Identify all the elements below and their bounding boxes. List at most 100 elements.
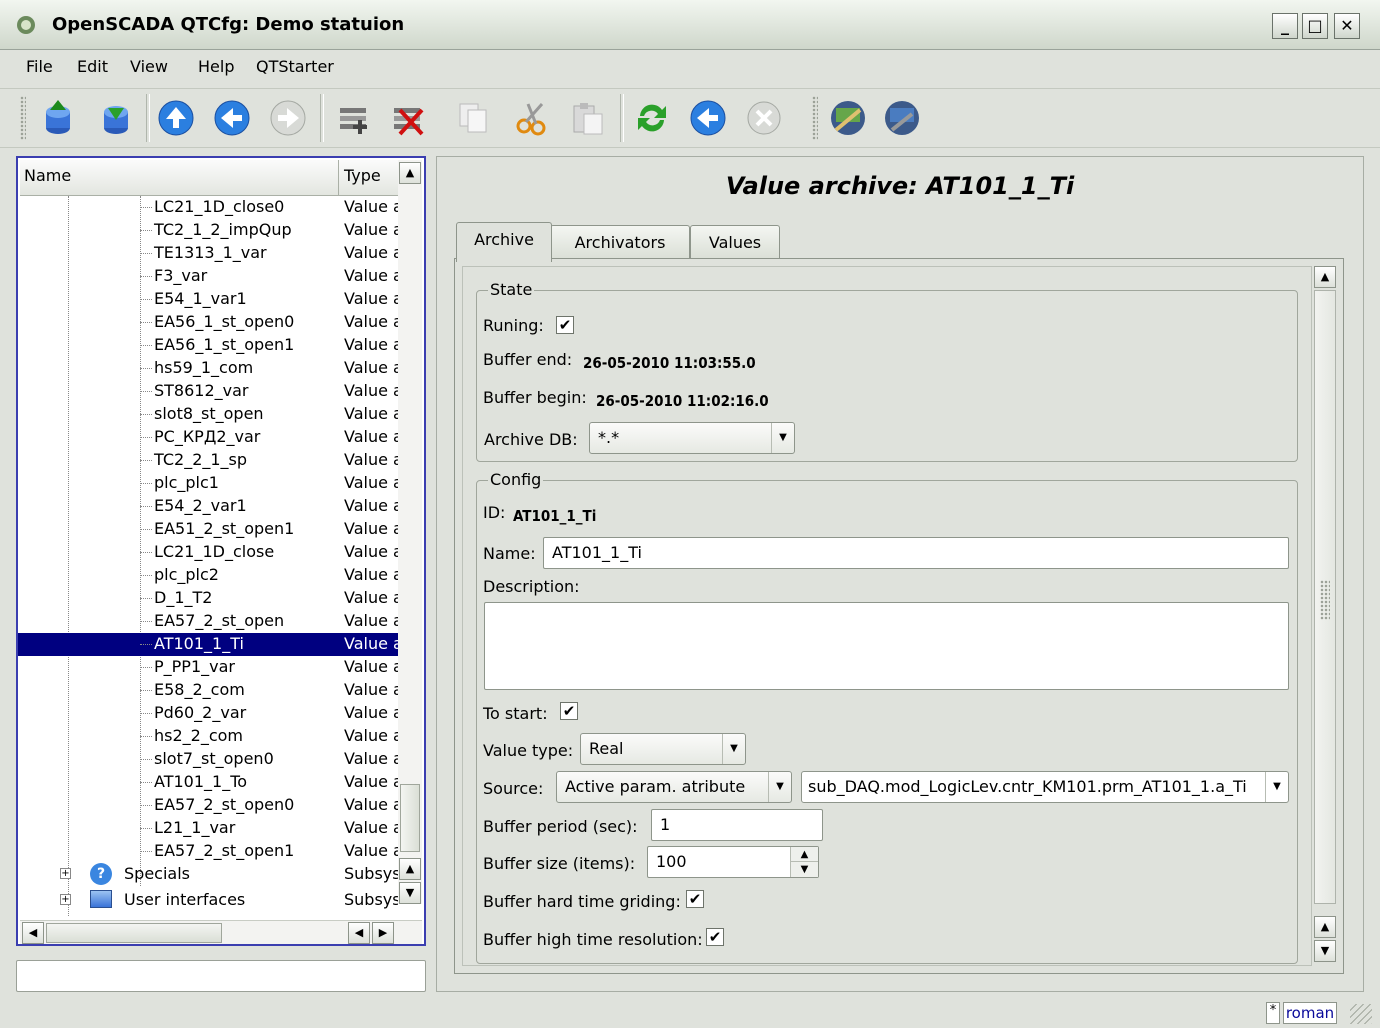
tree-row-name: Pd60_2_var — [154, 703, 247, 722]
tree-row[interactable]: E54_1_var1 Value archive — [18, 288, 398, 311]
to-start-checkbox[interactable]: ✔ — [560, 702, 578, 720]
maximize-button[interactable]: □ — [1302, 13, 1328, 39]
tree-row[interactable]: EA57_2_st_open0 Value archive — [18, 794, 398, 817]
scroll-up-button[interactable]: ▲ — [1314, 266, 1336, 288]
scroll-down-button[interactable]: ▼ — [1314, 940, 1336, 962]
db-save-icon[interactable] — [94, 96, 138, 140]
minimize-button[interactable]: _ — [1272, 13, 1298, 39]
tree-row[interactable]: EA56_1_st_open0 Value archive — [18, 311, 398, 334]
tab-archivators[interactable]: Archivators — [550, 225, 690, 259]
tree-row[interactable]: AT101_1_To Value archive — [18, 771, 398, 794]
scroll-left-button[interactable]: ◀ — [22, 922, 44, 944]
tree-row[interactable]: + User interfaces Subsystem — [18, 889, 398, 912]
up-icon[interactable] — [154, 96, 198, 140]
buffer-size-spinbox[interactable]: 100 ▲ ▼ — [647, 846, 819, 878]
cut-icon[interactable] — [510, 96, 554, 140]
refresh-icon[interactable] — [630, 96, 674, 140]
scroll-left-button[interactable]: ◀ — [348, 922, 370, 944]
spin-up-icon[interactable]: ▲ — [790, 847, 818, 862]
navigation-tree[interactable]: Name Type LC21_1D_close0Value archiveTC2… — [16, 156, 426, 946]
name-field[interactable]: AT101_1_Ti — [543, 537, 1289, 569]
app-starter-icon-1[interactable] — [826, 96, 870, 140]
tree-row[interactable]: LC21_1D_close0 Value archive — [18, 196, 398, 219]
user-badge[interactable]: roman — [1283, 1002, 1337, 1024]
tree-row[interactable]: D_1_T2 Value archive — [18, 587, 398, 610]
tree-row[interactable]: Pd60_2_var Value archive — [18, 702, 398, 725]
column-header-name[interactable]: Name — [24, 166, 71, 185]
tree-row[interactable]: E54_2_var1 Value archive — [18, 495, 398, 518]
hard-grid-checkbox[interactable]: ✔ — [686, 890, 704, 908]
tree-horizontal-scrollbar[interactable]: ◀ ◀ ▶ — [20, 920, 422, 944]
toolbar-grip[interactable] — [20, 96, 26, 140]
tree-row[interactable]: plc_plc1 Value archive — [18, 472, 398, 495]
add-item-icon[interactable] — [332, 96, 376, 140]
tree-row[interactable]: AT101_1_Ti Value archive — [18, 633, 398, 656]
back-icon[interactable] — [210, 96, 254, 140]
tree-row[interactable]: L21_1_var Value archive — [18, 817, 398, 840]
menu-edit[interactable]: Edit — [77, 57, 108, 76]
tree-row[interactable]: LC21_1D_close Value archive — [18, 541, 398, 564]
close-button[interactable]: ✕ — [1334, 13, 1360, 39]
tab-values[interactable]: Values — [690, 225, 780, 259]
status-line-input[interactable] — [16, 960, 426, 992]
description-textarea[interactable] — [484, 602, 1289, 690]
archive-db-select[interactable]: *.* ▼ — [589, 422, 795, 454]
scroll-up-button[interactable]: ▲ — [399, 858, 421, 880]
delete-item-icon[interactable] — [386, 96, 430, 140]
stop-icon[interactable] — [742, 96, 786, 140]
menu-help[interactable]: Help — [198, 57, 234, 76]
tree-row[interactable]: F3_var Value archive — [18, 265, 398, 288]
buffer-period-field[interactable]: 1 — [651, 809, 823, 841]
tree-row[interactable]: EA57_2_st_open Value archive — [18, 610, 398, 633]
spin-down-icon[interactable]: ▼ — [790, 862, 818, 877]
tree-row-name: E54_2_var1 — [154, 496, 247, 515]
scroll-up-button[interactable]: ▲ — [399, 162, 421, 184]
scroll-down-button[interactable]: ▼ — [399, 882, 421, 904]
buffer-size-value: 100 — [656, 852, 687, 871]
tree-row-type: Value archive — [344, 772, 398, 791]
menu-file[interactable]: File — [26, 57, 53, 76]
tree-row[interactable]: E58_2_com Value archive — [18, 679, 398, 702]
tree-row-name: LC21_1D_close — [154, 542, 275, 561]
tree-row[interactable]: EA56_1_st_open1 Value archive — [18, 334, 398, 357]
app-starter-icon-2[interactable] — [880, 96, 924, 140]
tree-row[interactable]: +? Specials Subsystem — [18, 863, 398, 886]
column-header-type[interactable]: Type — [344, 166, 381, 185]
tree-row[interactable]: plc_plc2 Value archive — [18, 564, 398, 587]
expand-icon[interactable]: + — [60, 868, 71, 879]
column-divider[interactable] — [338, 160, 339, 196]
tree-row[interactable]: slot8_st_open Value archive — [18, 403, 398, 426]
copy-icon[interactable] — [452, 96, 496, 140]
high-res-checkbox[interactable]: ✔ — [706, 928, 724, 946]
running-checkbox[interactable]: ✔ — [556, 316, 574, 334]
scroll-thumb[interactable] — [400, 784, 420, 852]
tree-row[interactable]: hs59_1_com Value archive — [18, 357, 398, 380]
source-path-select[interactable]: sub_DAQ.mod_LogicLev.cntr_KM101.prm_AT10… — [801, 771, 1289, 803]
tree-vertical-scrollbar[interactable]: ▲ ▲ ▼ — [398, 160, 422, 904]
db-load-icon[interactable] — [36, 96, 80, 140]
expand-icon[interactable]: + — [60, 894, 71, 905]
tree-row[interactable]: TE1313_1_var Value archive — [18, 242, 398, 265]
menu-qtstarter[interactable]: QTStarter — [256, 57, 334, 76]
tree-row[interactable]: hs2_2_com Value archive — [18, 725, 398, 748]
tree-row[interactable]: TC2_2_1_sp Value archive — [18, 449, 398, 472]
tree-row[interactable]: EA57_2_st_open1 Value archive — [18, 840, 398, 863]
scroll-up-button[interactable]: ▲ — [1314, 916, 1336, 938]
value-type-select[interactable]: Real ▼ — [580, 733, 746, 765]
source-kind-select[interactable]: Active param. atribute ▼ — [556, 771, 792, 803]
paste-icon[interactable] — [566, 96, 610, 140]
tree-row[interactable]: EA51_2_st_open1 Value archive — [18, 518, 398, 541]
tree-row[interactable]: slot7_st_open0 Value archive — [18, 748, 398, 771]
resize-grip[interactable] — [1350, 1004, 1372, 1024]
tree-row[interactable]: ST8612_var Value archive — [18, 380, 398, 403]
forward-icon[interactable] — [266, 96, 310, 140]
tree-row[interactable]: TC2_1_2_impQup Value archive — [18, 219, 398, 242]
tree-row[interactable]: PC_КРД2_var Value archive — [18, 426, 398, 449]
scroll-thumb[interactable] — [46, 923, 222, 943]
tab-archive[interactable]: Archive — [456, 222, 552, 262]
toolbar-grip[interactable] — [812, 96, 818, 140]
start-icon[interactable] — [686, 96, 730, 140]
tree-row[interactable]: P_PP1_var Value archive — [18, 656, 398, 679]
menu-view[interactable]: View — [130, 57, 168, 76]
scroll-right-button[interactable]: ▶ — [372, 922, 394, 944]
